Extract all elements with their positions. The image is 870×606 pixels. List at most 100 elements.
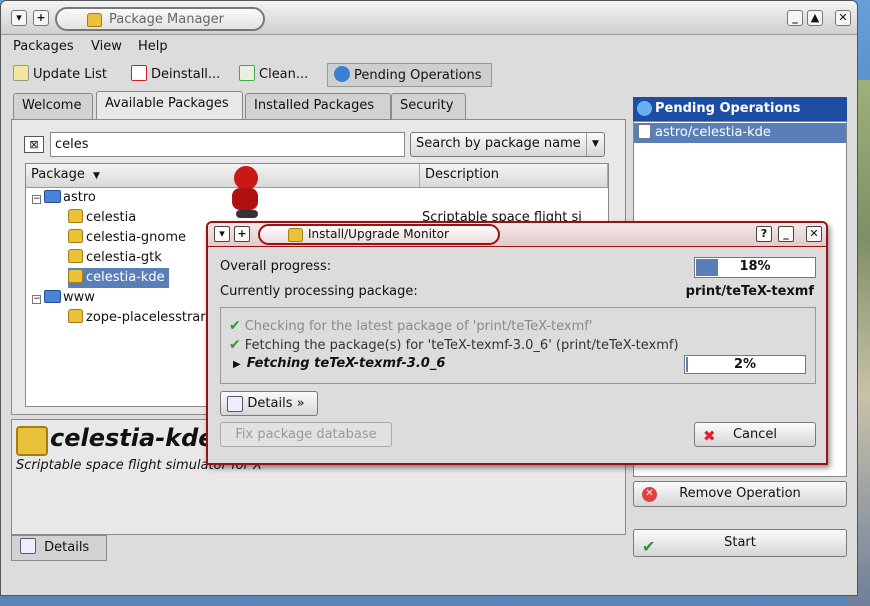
details-button[interactable]: Details »	[220, 391, 318, 416]
collapse-icon[interactable]: −	[32, 195, 41, 204]
bsd-daemon-mascot	[226, 166, 266, 222]
pending-icon	[334, 66, 350, 82]
overall-progress-label: Overall progress:	[220, 259, 332, 274]
tab-available-packages[interactable]: Available Packages	[96, 91, 243, 121]
search-mode-label: Search by package name	[416, 136, 581, 151]
tree-row[interactable]: − astro	[32, 188, 96, 208]
package-icon	[68, 309, 83, 323]
tree-row-label: zope-placelesstrar	[86, 310, 206, 325]
folder-icon	[44, 290, 61, 303]
tree-row[interactable]: − www	[32, 288, 95, 308]
check-icon: ✔	[229, 337, 241, 353]
package-icon	[68, 249, 83, 263]
dialog-minimize-button[interactable]: _	[778, 226, 794, 242]
log-box: ✔ Checking for the latest package of 'pri…	[220, 307, 816, 384]
package-name: celestia-kde	[50, 424, 215, 452]
pending-item-label: astro/celestia-kde	[655, 125, 771, 140]
clean-icon	[239, 65, 255, 81]
dialog-app-icon	[288, 228, 303, 242]
cancel-label: Cancel	[732, 427, 778, 442]
column-package-label: Package	[31, 167, 85, 182]
tree-row[interactable]: celestia-gnome	[68, 228, 186, 248]
menu-bar: Packages View Help	[1, 37, 857, 59]
dialog-menu-button[interactable]: ▾	[214, 226, 230, 242]
remove-operation-button[interactable]: ✕ Remove Operation	[633, 481, 847, 507]
title-pill: Package Manager	[55, 7, 265, 31]
cancel-icon: ✖	[703, 427, 716, 445]
play-icon: ▶	[233, 359, 241, 370]
column-package[interactable]: Package ▼	[26, 164, 420, 188]
tab-installed-packages[interactable]: Installed Packages	[245, 93, 391, 119]
dialog-title: Install/Upgrade Monitor	[308, 227, 449, 241]
document-icon	[638, 124, 651, 139]
mascot-head	[234, 166, 258, 190]
install-monitor-dialog: ▾ + Install/Upgrade Monitor ? _ ✕ Overal…	[206, 221, 828, 465]
current-package-name: print/teTeX-texmf	[685, 284, 814, 299]
package-icon	[68, 209, 83, 223]
menu-help[interactable]: Help	[138, 39, 168, 54]
app-icon	[87, 13, 102, 27]
check-icon: ✔	[229, 318, 241, 334]
dialog-title-pill: Install/Upgrade Monitor	[258, 224, 500, 245]
tree-row-label: celestia-gtk	[86, 250, 162, 265]
pending-item[interactable]: astro/celestia-kde	[634, 123, 846, 143]
tree-row-label: celestia	[86, 210, 137, 225]
help-button[interactable]: ?	[756, 226, 772, 242]
active-step: ▶ Fetching teTeX-texmf-3.0_6	[233, 354, 445, 374]
menu-view[interactable]: View	[91, 39, 122, 54]
tree-row[interactable]: celestia-gtk	[68, 248, 162, 268]
start-button[interactable]: ✔ Start	[633, 529, 847, 557]
tree-row[interactable]: celestia-kde	[68, 268, 169, 288]
log-line-text: Fetching the package(s) for 'teTeX-texmf…	[244, 338, 679, 353]
cancel-button[interactable]: ✖ Cancel	[694, 422, 816, 447]
pending-header-icon	[637, 101, 652, 116]
details-tab-label: Details	[44, 540, 90, 555]
details-tab[interactable]: Details	[11, 535, 107, 561]
start-label: Start	[724, 535, 756, 550]
minimize-button[interactable]: _	[787, 10, 803, 26]
dialog-sticky-button[interactable]: +	[234, 226, 250, 242]
clean-button[interactable]: Clean...	[239, 63, 319, 87]
deinstall-icon	[131, 65, 147, 81]
details-icon	[227, 396, 243, 412]
sort-down-icon: ▼	[93, 171, 100, 181]
menu-packages[interactable]: Packages	[13, 39, 74, 54]
clear-search-icon[interactable]: ⊠	[24, 136, 44, 153]
remove-label: Remove Operation	[679, 486, 801, 501]
fix-database-button[interactable]: Fix package database	[220, 422, 392, 447]
tab-security[interactable]: Security	[391, 93, 466, 119]
overall-progress-bar: 18%	[694, 257, 816, 278]
deinstall-button[interactable]: Deinstall...	[131, 63, 231, 87]
search-mode-select[interactable]: Search by package name ▼	[410, 132, 605, 157]
maximize-button[interactable]: ▲	[807, 10, 823, 26]
log-line: ✔ Fetching the package(s) for 'teTeX-texm…	[229, 335, 679, 355]
close-button[interactable]: ✕	[835, 10, 851, 26]
search-input[interactable]: celes	[50, 132, 405, 157]
window-menu-button[interactable]: ▾	[11, 10, 27, 26]
current-package-label: Currently processing package:	[220, 284, 418, 299]
column-description[interactable]: Description	[420, 164, 608, 188]
tree-row[interactable]: zope-placelesstrar	[68, 308, 206, 328]
package-icon	[68, 269, 83, 283]
mascot-feet	[236, 210, 258, 218]
clean-label: Clean...	[259, 67, 309, 82]
tab-welcome[interactable]: Welcome	[13, 93, 93, 119]
mascot-body	[232, 188, 258, 210]
details-icon	[20, 538, 36, 554]
deinstall-label: Deinstall...	[151, 67, 221, 82]
update-list-button[interactable]: Update List	[13, 63, 123, 87]
folder-icon	[44, 190, 61, 203]
pending-operations-button[interactable]: Pending Operations	[327, 63, 492, 87]
active-step-text: Fetching teTeX-texmf-3.0_6	[246, 356, 446, 371]
step-progress-text: 2%	[733, 357, 757, 372]
remove-icon: ✕	[642, 487, 657, 502]
log-line-text: Checking for the latest package of 'prin…	[244, 319, 593, 334]
collapse-icon[interactable]: −	[32, 295, 41, 304]
tree-row[interactable]: celestia	[68, 208, 136, 228]
start-check-icon: ✔	[642, 537, 656, 556]
dialog-close-button[interactable]: ✕	[806, 226, 822, 242]
tree-row-label: celestia-kde	[86, 270, 165, 285]
pending-title: Pending Operations	[655, 101, 801, 116]
sticky-button[interactable]: +	[33, 10, 49, 26]
overall-progress-text: 18%	[739, 259, 771, 274]
